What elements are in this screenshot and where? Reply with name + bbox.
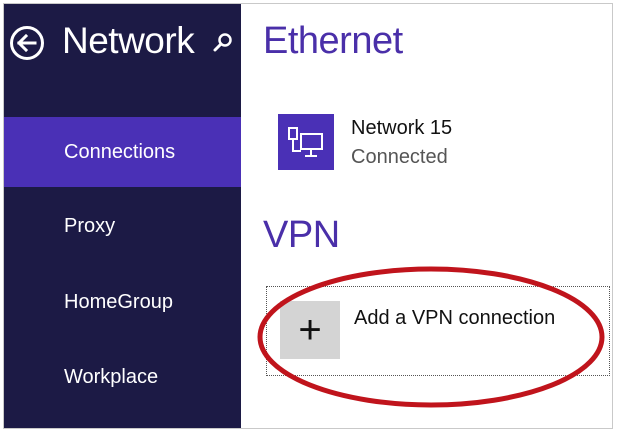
- sidebar-item-label: Proxy: [64, 215, 116, 237]
- network-status: Connected: [351, 146, 448, 168]
- network-settings-window: Network Connections Proxy HomeGroup Work…: [3, 3, 613, 429]
- page-title: Network: [62, 20, 195, 61]
- sidebar-item-workplace[interactable]: Workplace: [4, 342, 241, 412]
- back-arrow-circle-icon[interactable]: [10, 26, 44, 60]
- sidebar-item-label: Connections: [64, 141, 176, 163]
- sidebar: Network Connections Proxy HomeGroup Work…: [4, 4, 241, 428]
- sidebar-item-label: Workplace: [64, 366, 159, 388]
- plus-icon: +: [280, 301, 340, 359]
- ethernet-heading: Ethernet: [263, 20, 403, 62]
- wired-network-icon[interactable]: [278, 114, 334, 170]
- main-content: Ethernet Network 15 Connected VPN + Add …: [241, 4, 612, 428]
- sidebar-item-connections[interactable]: Connections: [4, 117, 241, 187]
- sidebar-item-homegroup[interactable]: HomeGroup: [4, 267, 241, 337]
- add-vpn-connection-button[interactable]: + Add a VPN connection: [266, 286, 610, 376]
- vpn-heading: VPN: [263, 214, 340, 256]
- add-vpn-label: Add a VPN connection: [354, 307, 556, 329]
- network-name[interactable]: Network 15: [351, 117, 452, 140]
- search-icon[interactable]: [212, 32, 234, 59]
- sidebar-item-proxy[interactable]: Proxy: [4, 191, 241, 261]
- sidebar-item-label: HomeGroup: [64, 291, 173, 313]
